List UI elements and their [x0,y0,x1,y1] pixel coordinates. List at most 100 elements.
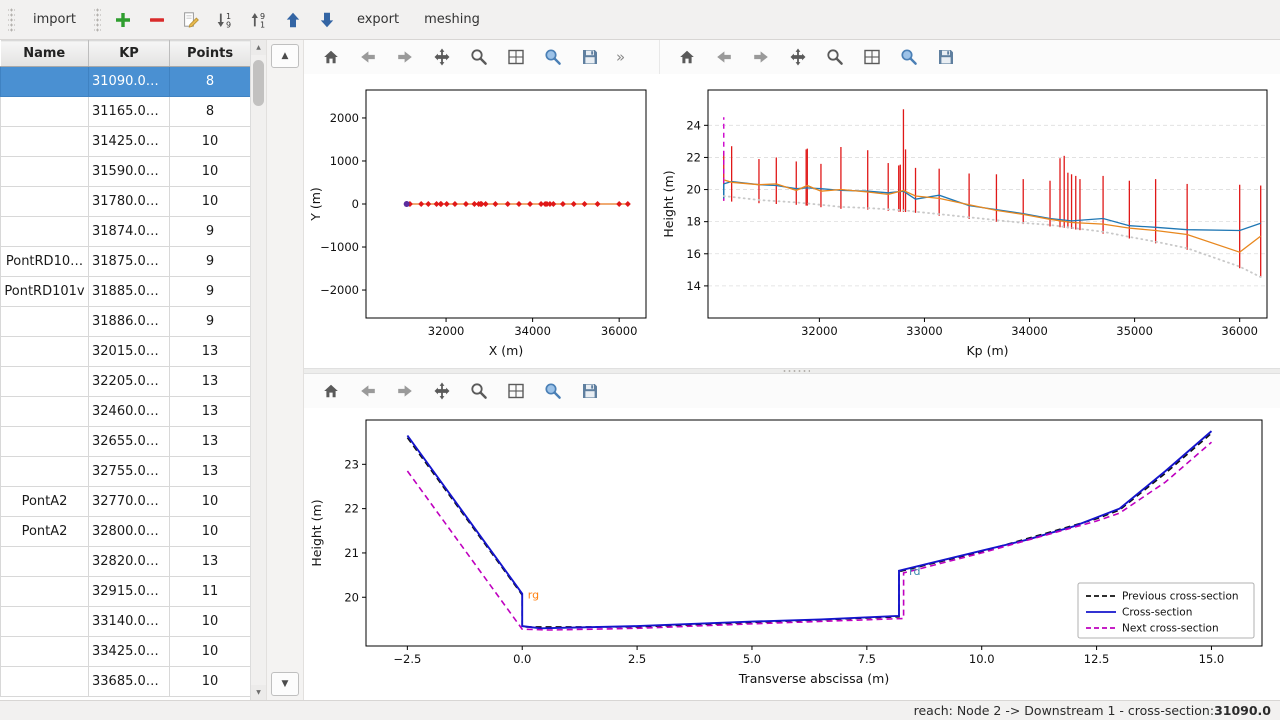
customize-button[interactable] [540,378,566,404]
table-row[interactable]: 32460.000013 [1,397,251,427]
cell-kp[interactable]: 31780.0000 [89,187,170,217]
cell-kp[interactable]: 33685.0000 [89,667,170,697]
cell-name[interactable] [1,337,89,367]
cell-name[interactable] [1,187,89,217]
table-row[interactable]: 31425.000010 [1,127,251,157]
table-row[interactable]: 32820.000013 [1,547,251,577]
cell-kp[interactable]: 31165.0000 [89,97,170,127]
cell-points[interactable]: 13 [170,367,251,397]
scrollbar-track[interactable] [251,55,266,685]
cell-kp[interactable]: 31874.0000 [89,217,170,247]
table-row[interactable]: 33425.000010 [1,637,251,667]
table-row[interactable]: 33685.000010 [1,667,251,697]
cell-name[interactable] [1,397,89,427]
table-row[interactable]: 32755.000013 [1,457,251,487]
cell-name[interactable] [1,127,89,157]
table-row[interactable]: PontA232800.000010 [1,517,251,547]
table-row[interactable]: 32205.000013 [1,367,251,397]
cell-points[interactable]: 13 [170,397,251,427]
cell-kp[interactable]: 32755.0000 [89,457,170,487]
save-button[interactable] [577,44,603,70]
pan-button[interactable] [429,44,455,70]
table-row[interactable]: 31886.00009 [1,307,251,337]
move-down-button[interactable] [314,6,341,33]
plan-view-chart[interactable]: 320003400036000200010000−1000−2000X (m)Y… [304,74,660,368]
table-row[interactable]: 32655.000013 [1,427,251,457]
edit-section-button[interactable] [178,6,205,33]
cell-points[interactable]: 13 [170,337,251,367]
cell-name[interactable] [1,157,89,187]
cell-kp[interactable]: 31090.0000 [89,67,170,97]
cell-name[interactable] [1,667,89,697]
table-row[interactable]: PontRD101v31885.00009 [1,277,251,307]
table-row[interactable]: 31874.00009 [1,217,251,247]
scrollbar-up-icon[interactable]: ▲ [251,40,266,55]
cell-kp[interactable]: 32205.0000 [89,367,170,397]
customize-button[interactable] [896,44,922,70]
save-button[interactable] [933,44,959,70]
pan-button[interactable] [785,44,811,70]
cell-name[interactable] [1,607,89,637]
scrollbar-thumb[interactable] [253,60,264,106]
cell-name[interactable] [1,307,89,337]
home-button[interactable] [318,44,344,70]
pan-button[interactable] [429,378,455,404]
cell-kp[interactable]: 31425.0000 [89,127,170,157]
cell-name[interactable]: PontA2 [1,517,89,547]
cell-kp[interactable]: 31875.0000 [89,247,170,277]
cell-kp[interactable]: 32770.0000 [89,487,170,517]
cell-points[interactable]: 9 [170,247,251,277]
back-button[interactable] [711,44,737,70]
add-section-button[interactable] [110,6,137,33]
table-row[interactable]: 31590.000010 [1,157,251,187]
forward-button[interactable] [392,378,418,404]
table-row[interactable]: PontA232770.000010 [1,487,251,517]
cell-kp[interactable]: 31590.0000 [89,157,170,187]
cell-points[interactable]: 8 [170,67,251,97]
cell-name[interactable] [1,547,89,577]
column-header-points[interactable]: Points [170,41,251,67]
export-button[interactable]: export [348,8,408,31]
zoom-button[interactable] [466,378,492,404]
cell-name[interactable] [1,217,89,247]
back-button[interactable] [355,378,381,404]
cell-points[interactable]: 10 [170,607,251,637]
remove-section-button[interactable] [144,6,171,33]
cell-kp[interactable]: 32460.0000 [89,397,170,427]
cell-points[interactable]: 10 [170,157,251,187]
longitudinal-profile-chart[interactable]: 3200033000340003500036000141618202224Kp … [660,74,1279,368]
cell-name[interactable] [1,427,89,457]
previous-section-button[interactable]: ▲ [271,44,299,68]
table-row[interactable]: 31165.00008 [1,97,251,127]
cell-kp[interactable]: 32015.0000 [89,337,170,367]
cell-kp[interactable]: 32800.0000 [89,517,170,547]
cell-points[interactable]: 10 [170,517,251,547]
cell-kp[interactable]: 32915.0000 [89,577,170,607]
cross-section-table[interactable]: NameKPPoints 31090.0000831165.0000831425… [0,40,251,697]
column-header-name[interactable]: Name [1,41,89,67]
cell-name[interactable]: PontA2 [1,487,89,517]
next-section-button[interactable]: ▼ [271,672,299,696]
cell-kp[interactable]: 33140.0000 [89,607,170,637]
cell-name[interactable] [1,97,89,127]
cell-points[interactable]: 9 [170,307,251,337]
cell-kp[interactable]: 31886.0000 [89,307,170,337]
cell-points[interactable]: 9 [170,277,251,307]
cell-points[interactable]: 10 [170,187,251,217]
table-row[interactable]: PontRD10…31875.00009 [1,247,251,277]
cell-name[interactable] [1,457,89,487]
customize-button[interactable] [540,44,566,70]
subplots-button[interactable] [859,44,885,70]
cell-name[interactable]: PontRD10… [1,247,89,277]
table-row[interactable]: 31780.000010 [1,187,251,217]
save-button[interactable] [577,378,603,404]
subplots-button[interactable] [503,44,529,70]
back-button[interactable] [355,44,381,70]
table-row[interactable]: 31090.00008 [1,67,251,97]
move-up-button[interactable] [280,6,307,33]
cell-name[interactable] [1,637,89,667]
cell-points[interactable]: 13 [170,457,251,487]
cell-kp[interactable]: 31885.0000 [89,277,170,307]
import-button[interactable]: import [24,8,85,31]
scrollbar-down-icon[interactable]: ▼ [251,685,266,700]
